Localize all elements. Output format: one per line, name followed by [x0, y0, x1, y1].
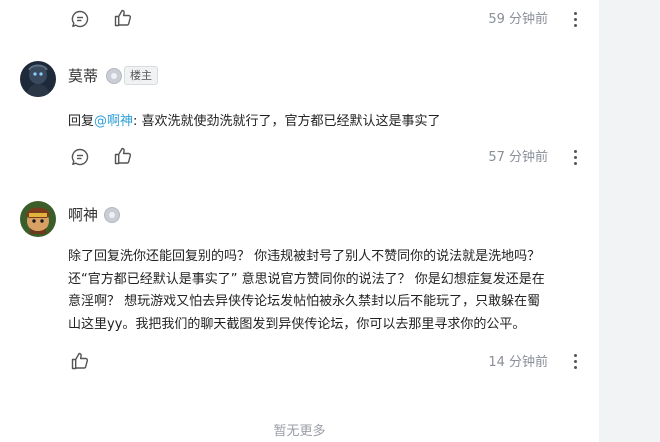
like-icon[interactable]	[113, 146, 133, 166]
comment-body: 除了回复洗你还能回复别的吗？ 你违规被封号了别人不赞同你的说法就是洗地吗？ 还“…	[68, 246, 588, 336]
comment-time: 14 分钟前	[488, 355, 548, 370]
comment-line: 山这里yy。我把我们的聊天截图发到异侠传论坛，你可以去那里寻求你的公平。	[68, 316, 526, 332]
comment-body: 回复@啊神: 喜欢洗就使劲洗就行了，官方都已经默认这是事实了	[68, 111, 588, 134]
comment-time: 59 分钟前	[488, 12, 548, 27]
level-icon	[104, 207, 120, 223]
avatar[interactable]	[20, 201, 56, 237]
comment-time: 57 分钟前	[488, 150, 548, 165]
reply-icon[interactable]	[70, 9, 90, 29]
comment-item: 啊神 除了回复洗你还能回复别的吗？ 你违规被封号了别人不赞同你的说法就是洗地吗？…	[0, 190, 599, 390]
username[interactable]: 啊神	[68, 205, 98, 225]
comment-item: 莫蒂 楼主 回复@啊神: 喜欢洗就使劲洗就行了，官方都已经默认这是事实了 57 …	[0, 50, 599, 190]
comment-line: 除了回复洗你还能回复别的吗？ 你违规被封号了别人不赞同你的说法就是洗地吗？	[68, 249, 541, 264]
comment-line: 还“官方都已经默认是事实了” 意思说官方赞同你的说法了？ 你是幻想症复发还是在	[68, 271, 545, 287]
comment-line: 意淫啊？ 想玩游戏又怕去异侠传论坛发帖怕被永久禁封以后不能玩了，只敢躲在蜀	[68, 294, 541, 309]
reply-prefix: 回复	[68, 114, 95, 129]
mention-link[interactable]: @啊神	[94, 114, 133, 129]
like-icon[interactable]	[113, 8, 133, 28]
comment-panel: 59 分钟前 莫蒂 楼主 回复@啊神: 喜欢洗就使劲洗就行了，官方都已经默认这是…	[0, 0, 599, 442]
reply-icon[interactable]	[70, 147, 90, 167]
username[interactable]: 莫蒂	[68, 66, 98, 86]
level-icon	[106, 68, 122, 84]
more-icon[interactable]	[572, 354, 580, 370]
comment-item: 59 分钟前	[0, 0, 599, 50]
avatar[interactable]	[20, 61, 56, 97]
comment-text: : 喜欢洗就使劲洗就行了，官方都已经默认这是事实了	[133, 114, 441, 129]
more-icon[interactable]	[572, 150, 580, 166]
owner-badge: 楼主	[124, 66, 158, 85]
page-background	[599, 0, 660, 442]
more-icon[interactable]	[572, 12, 580, 28]
no-more-label: 暂无更多	[273, 424, 326, 439]
like-icon[interactable]	[70, 351, 90, 371]
